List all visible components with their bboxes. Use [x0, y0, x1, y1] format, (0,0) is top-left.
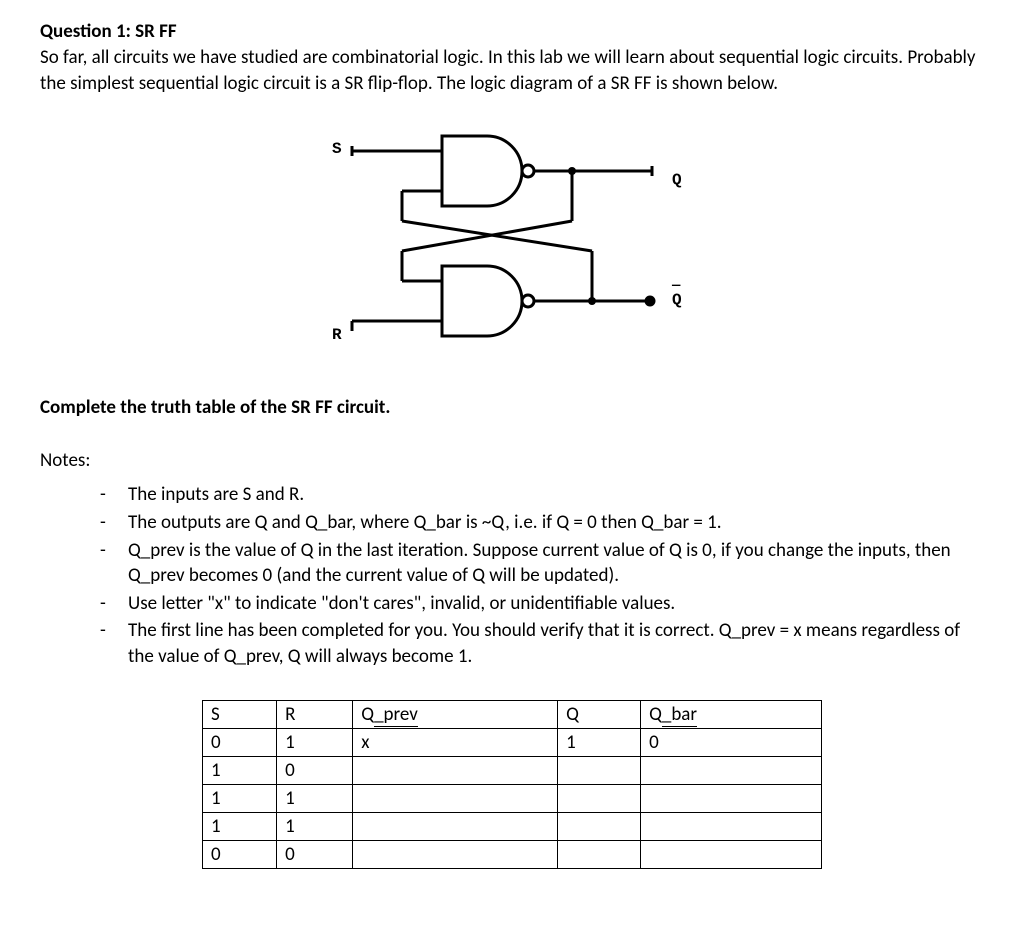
intro-text: So far, all circuits we have studied are… [40, 45, 984, 96]
cell: 0 [203, 840, 277, 868]
cell [558, 840, 641, 868]
th-q: Q [558, 700, 641, 728]
cell: 1 [277, 784, 353, 812]
cell [641, 784, 822, 812]
note-item: Use letter "x" to indicate "don't cares"… [100, 591, 984, 617]
th-qbar: Q_bar [641, 700, 822, 728]
cell [353, 784, 558, 812]
table-row: 0 0 [203, 840, 822, 868]
truth-table-container: S R Q_prev Q Q_bar 0 1 x 1 0 1 0 1 1 [40, 700, 984, 869]
cell: 1 [203, 756, 277, 784]
cell: 1 [277, 812, 353, 840]
table-row: 1 1 [203, 812, 822, 840]
cell [558, 784, 641, 812]
th-r: R [277, 700, 353, 728]
diagram-container: S R Q — Q [40, 126, 984, 356]
cell [558, 756, 641, 784]
sr-ff-diagram: S R Q — Q [292, 126, 732, 356]
notes-list: The inputs are S and R. The outputs are … [40, 482, 984, 669]
cell: 0 [203, 728, 277, 756]
note-item: The first line has been completed for yo… [100, 618, 984, 669]
cell [641, 812, 822, 840]
task-instruction: Complete the truth table of the SR FF ci… [40, 396, 984, 419]
cell [353, 840, 558, 868]
th-s: S [203, 700, 277, 728]
cell [353, 756, 558, 784]
cell [641, 840, 822, 868]
sr-ff-svg [292, 126, 732, 356]
truth-table: S R Q_prev Q Q_bar 0 1 x 1 0 1 0 1 1 [202, 700, 822, 869]
cell: 0 [277, 840, 353, 868]
cell [353, 812, 558, 840]
question-heading: Question 1: SR FF [40, 20, 984, 43]
table-row: 1 0 [203, 756, 822, 784]
cell: 0 [277, 756, 353, 784]
cell: 1 [277, 728, 353, 756]
cell: 1 [558, 728, 641, 756]
label-q: Q [672, 171, 682, 189]
label-s: S [332, 140, 342, 158]
label-qbar: Q [672, 291, 682, 309]
note-item: Q_prev is the value of Q in the last ite… [100, 538, 984, 589]
th-qprev: Q_prev [353, 700, 558, 728]
cell: 1 [203, 784, 277, 812]
table-header-row: S R Q_prev Q Q_bar [203, 700, 822, 728]
note-item: The outputs are Q and Q_bar, where Q_bar… [100, 510, 984, 536]
table-row: 1 1 [203, 784, 822, 812]
note-item: The inputs are S and R. [100, 482, 984, 508]
table-row: 0 1 x 1 0 [203, 728, 822, 756]
label-r: R [332, 326, 342, 344]
cell: x [353, 728, 558, 756]
notes-title: Notes: [40, 449, 984, 472]
cell: 1 [203, 812, 277, 840]
cell: 0 [641, 728, 822, 756]
cell [558, 812, 641, 840]
cell [641, 756, 822, 784]
